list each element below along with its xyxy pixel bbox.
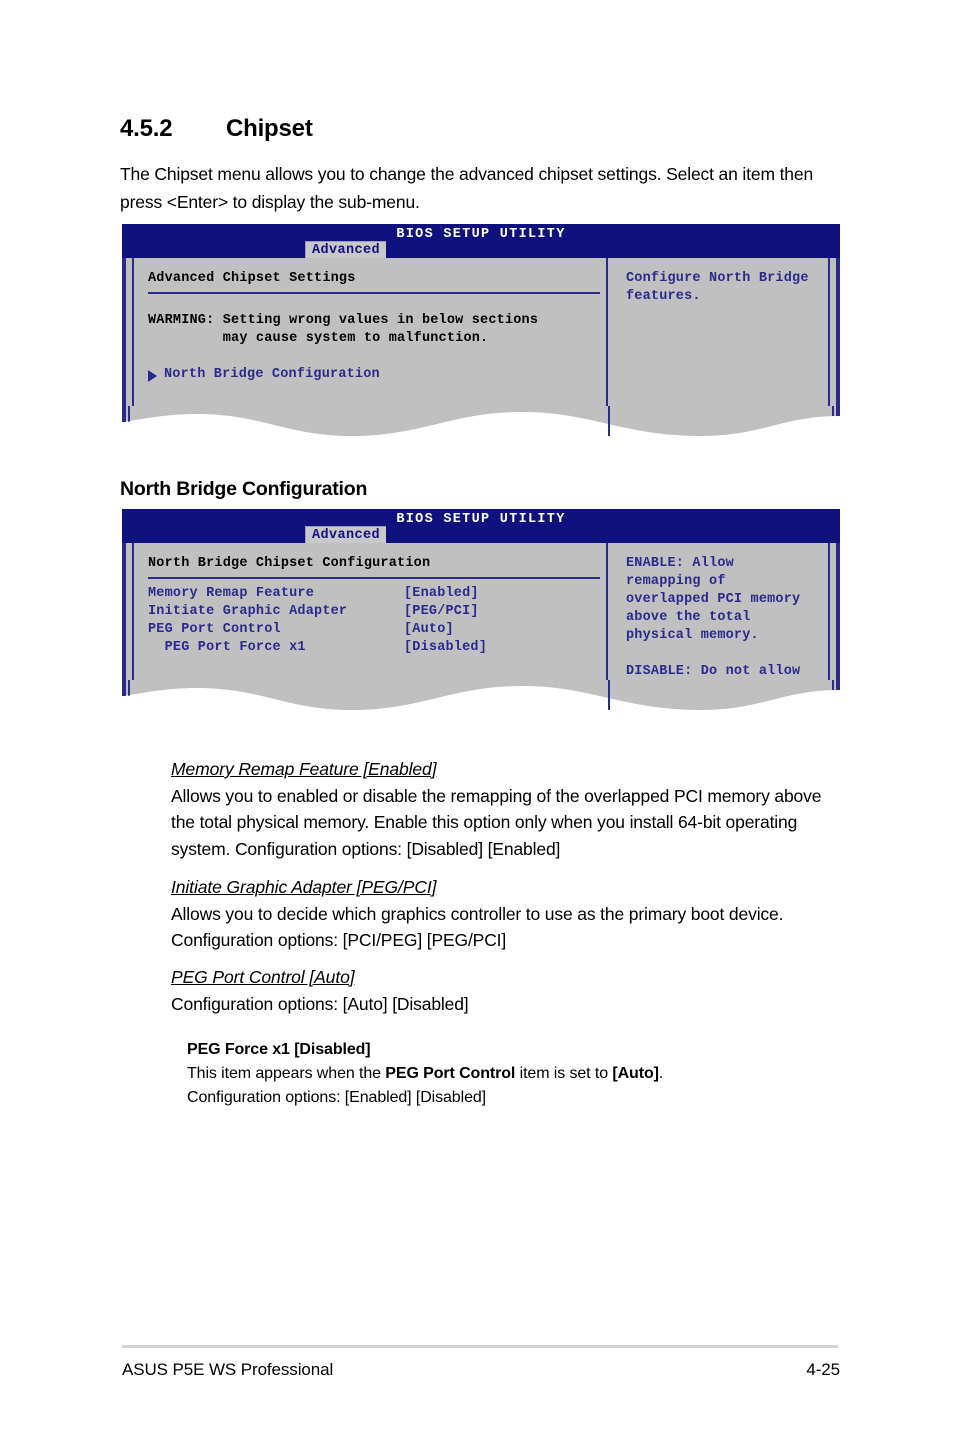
bios-utility-title: BIOS SETUP UTILITY xyxy=(396,512,566,527)
subsetting-text-c: item is set to xyxy=(515,1065,613,1082)
bios-torn-bottom-edge xyxy=(122,406,840,440)
bios-help-pane: Configure North Bridge features. xyxy=(608,258,836,407)
bios-screenshot-advanced-chipset: BIOS SETUP UTILITY Advanced Advanced Chi… xyxy=(122,224,840,440)
section-title: Chipset xyxy=(226,115,313,142)
bios-setting-row[interactable]: Memory Remap Feature [Enabled] xyxy=(148,585,606,603)
bios-setting-value: [Disabled] xyxy=(404,640,488,655)
bios-setting-label: Initiate Graphic Adapter xyxy=(148,604,348,619)
setting-description-body: Configuration options: [Auto] [Disabled] xyxy=(171,993,469,1014)
section-number: 4.5.2 xyxy=(120,115,173,142)
bios-tab-advanced[interactable]: Advanced xyxy=(305,526,387,543)
bios-setting-value: [PEG/PCI] xyxy=(404,604,479,619)
setting-description-peg-force-x1: PEG Force x1 [Disabled] This item appear… xyxy=(187,1038,837,1110)
subsection-title: North Bridge Configuration xyxy=(120,478,368,500)
setting-description-heading: Initiate Graphic Adapter [PEG/PCI] xyxy=(171,877,437,897)
page-title: 4.5.2 Chipset xyxy=(120,115,840,143)
bios-title-bar: BIOS SETUP UTILITY Advanced xyxy=(122,224,840,258)
document-page: 4.5.2 Chipset The Chipset menu allows yo… xyxy=(0,0,954,1438)
subsetting-text-e: . xyxy=(658,1065,664,1082)
bios-screenshot-north-bridge: BIOS SETUP UTILITY Advanced North Bridge… xyxy=(122,509,840,714)
bios-help-text: Configure North Bridge features. xyxy=(626,271,809,304)
bios-pane-title-rule xyxy=(148,577,600,579)
subsetting-body-line-2: Configuration options: [Enabled] [Disabl… xyxy=(187,1089,487,1106)
bios-pane-title: North Bridge Chipset Configuration xyxy=(148,556,431,571)
subsetting-heading: PEG Force x1 [Disabled] xyxy=(187,1041,371,1058)
bios-help-pane: ENABLE: Allow remapping of overlapped PC… xyxy=(608,543,836,697)
bios-body: Advanced Chipset Settings WARMING: Setti… xyxy=(122,258,840,407)
triangle-right-icon xyxy=(148,370,157,382)
bios-setting-row[interactable]: PEG Port Control [Auto] xyxy=(148,621,606,639)
footer-rule xyxy=(122,1345,838,1348)
setting-description-peg-port-control: PEG Port Control [Auto] Configuration op… xyxy=(171,964,831,1017)
bios-setting-value: [Enabled] xyxy=(404,586,479,601)
bios-title-bar: BIOS SETUP UTILITY Advanced xyxy=(122,509,840,543)
subsetting-text-a: This item appears when the xyxy=(187,1065,386,1082)
setting-description-memory-remap: Memory Remap Feature [Enabled] Allows yo… xyxy=(171,756,831,862)
bios-setting-label: Memory Remap Feature xyxy=(148,586,315,601)
bios-warning-line-2: may cause system to malfunction. xyxy=(148,331,489,346)
bios-torn-bottom-edge xyxy=(122,680,840,714)
bios-setting-label: PEG Port Force x1 xyxy=(148,640,306,655)
bios-tab-advanced[interactable]: Advanced xyxy=(305,241,387,258)
setting-description-body: Allows you to decide which graphics cont… xyxy=(171,903,784,951)
bios-settings-pane: North Bridge Chipset Configuration Memor… xyxy=(126,543,606,681)
bios-submenu-north-bridge[interactable]: North Bridge Configuration xyxy=(148,366,606,384)
bios-submenu-label: North Bridge Configuration xyxy=(164,367,380,382)
bios-pane-title-rule xyxy=(148,292,600,294)
bios-setting-row[interactable]: PEG Port Force x1 [Disabled] xyxy=(148,639,606,657)
footer-page-number: 4-25 xyxy=(806,1360,840,1379)
subsetting-body-line-1: This item appears when the PEG Port Cont… xyxy=(187,1062,837,1086)
bios-setting-value: [Auto] xyxy=(404,622,454,637)
setting-description-heading: PEG Port Control [Auto] xyxy=(171,967,355,987)
bios-warning-text: WARMING: Setting wrong values in below s… xyxy=(148,312,606,348)
setting-description-heading: Memory Remap Feature [Enabled] xyxy=(171,759,437,779)
bios-warning-line-1: WARMING: Setting wrong values in below s… xyxy=(148,313,539,328)
subsetting-text-bold-d: [Auto] xyxy=(612,1065,659,1082)
subsetting-text-bold-b: PEG Port Control xyxy=(385,1065,516,1082)
bios-utility-title: BIOS SETUP UTILITY xyxy=(396,227,566,242)
setting-description-body: Allows you to enabled or disable the rem… xyxy=(171,785,822,859)
bios-setting-label: PEG Port Control xyxy=(148,622,281,637)
bios-help-text-enable: ENABLE: Allow remapping of overlapped PC… xyxy=(626,556,801,643)
bios-pane-title: Advanced Chipset Settings xyxy=(148,271,356,286)
section-intro-paragraph: The Chipset menu allows you to change th… xyxy=(120,164,814,212)
setting-description-initiate-graphic-adapter: Initiate Graphic Adapter [PEG/PCI] Allow… xyxy=(171,874,831,954)
bios-body: North Bridge Chipset Configuration Memor… xyxy=(122,543,840,697)
footer-product-name: ASUS P5E WS Professional xyxy=(122,1360,334,1379)
bios-setting-row[interactable]: Initiate Graphic Adapter [PEG/PCI] xyxy=(148,603,606,621)
bios-settings-list: Memory Remap Feature [Enabled] Initiate … xyxy=(148,585,606,657)
bios-settings-pane: Advanced Chipset Settings WARMING: Setti… xyxy=(126,258,606,407)
